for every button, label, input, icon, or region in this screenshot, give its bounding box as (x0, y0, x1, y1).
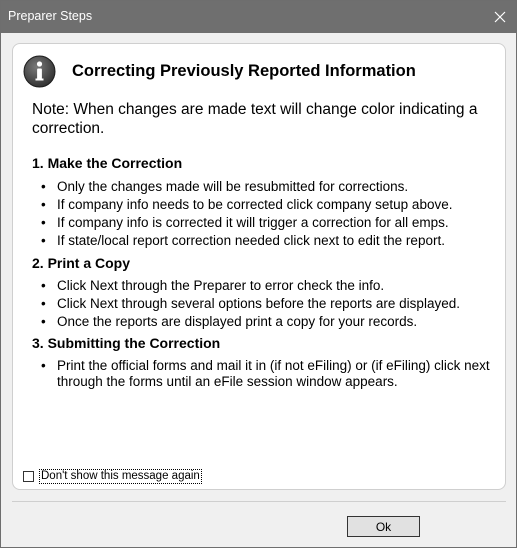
dont-show-again-label[interactable]: Don't show this message again (39, 469, 202, 484)
list-item: If state/local report correction needed … (39, 232, 452, 250)
close-button[interactable] (484, 1, 516, 33)
info-icon (23, 55, 56, 88)
list-item: Click Next through several options befor… (39, 295, 460, 313)
list-item: Click Next through the Preparer to error… (39, 277, 460, 295)
dont-show-again-checkbox[interactable]: Don't show this message again (23, 469, 202, 484)
list-item: If company info needs to be corrected cl… (39, 196, 452, 214)
close-icon (494, 11, 506, 23)
section-title-submitting: 3. Submitting the Correction (32, 335, 221, 351)
note-text: Note: When changes are made text will ch… (32, 101, 478, 137)
section-title-make-correction: 1. Make the Correction (32, 155, 183, 171)
list-item: If company info is corrected it will tri… (39, 214, 452, 232)
divider (12, 501, 506, 502)
section-list-submitting: Print the official forms and mail it in … (39, 358, 497, 390)
section-title-print-copy: 2. Print a Copy (32, 255, 131, 271)
list-item: Once the reports are displayed print a c… (39, 313, 460, 331)
dialog-heading: Correcting Previously Reported Informati… (72, 62, 416, 80)
list-item: Only the changes made will be resubmitte… (39, 178, 452, 196)
list-item: Print the official forms and mail it in … (39, 358, 497, 390)
preparer-steps-dialog: Preparer Steps Correcting Previously Rep… (0, 0, 517, 548)
ok-button[interactable]: Ok (347, 516, 420, 537)
message-panel: Correcting Previously Reported Informati… (12, 43, 506, 490)
window-title: Preparer Steps (8, 9, 93, 23)
title-bar: Preparer Steps (1, 1, 516, 33)
checkbox-box[interactable] (23, 471, 34, 482)
section-list-print-copy: Click Next through the Preparer to error… (39, 277, 460, 331)
section-list-make-correction: Only the changes made will be resubmitte… (39, 178, 452, 250)
